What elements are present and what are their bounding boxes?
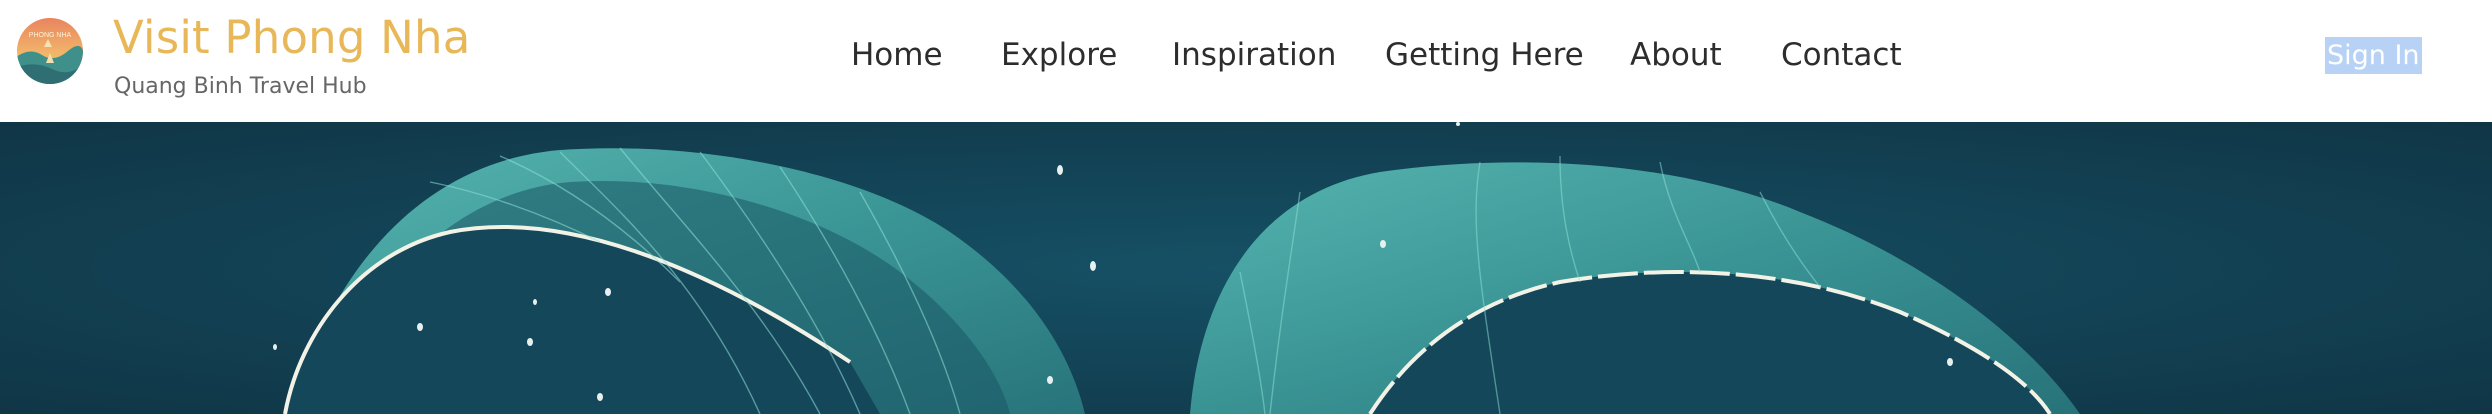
- hero-aerial-fish-nets-image: [0, 122, 2492, 414]
- site-subtitle: Quang Binh Travel Hub: [114, 74, 367, 99]
- nav-explore[interactable]: Explore: [1001, 30, 1117, 80]
- nav-contact[interactable]: Contact: [1781, 30, 1902, 80]
- logo-text: PHONG NHA: [29, 32, 72, 39]
- hero-banner: [0, 122, 2492, 414]
- site-logo-icon[interactable]: PHONG NHA: [16, 17, 84, 85]
- nav-home[interactable]: Home: [851, 30, 943, 80]
- sign-in-button[interactable]: Sign In: [2325, 37, 2422, 74]
- site-header: PHONG NHA Visit Phong Nha Quang Binh Tra…: [0, 0, 2492, 122]
- nav-about[interactable]: About: [1630, 30, 1722, 80]
- site-title[interactable]: Visit Phong Nha: [113, 8, 471, 68]
- nav-getting-here[interactable]: Getting Here: [1385, 30, 1584, 80]
- nav-inspiration[interactable]: Inspiration: [1172, 30, 1336, 80]
